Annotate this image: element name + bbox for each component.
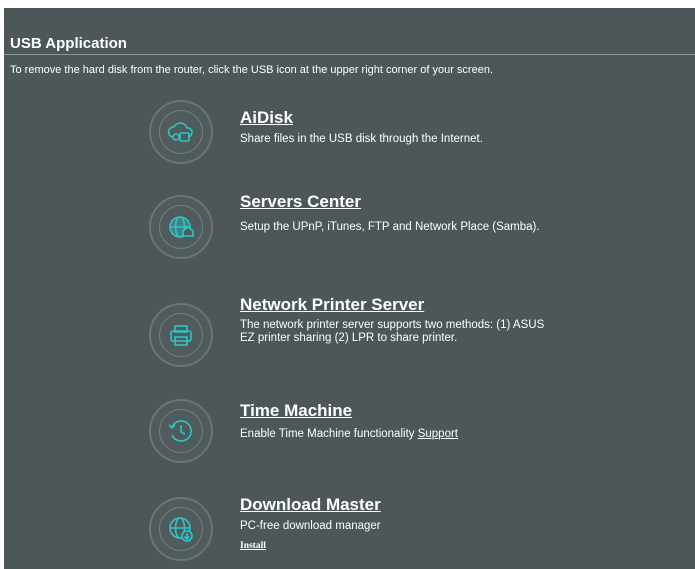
time-machine-description-text: Enable Time Machine functionality [240, 428, 415, 440]
time-machine-description: Enable Time Machine functionality Suppor… [240, 428, 560, 441]
page-title: USB Application [10, 35, 127, 52]
globe-house-icon[interactable] [149, 195, 213, 259]
network-printer-server-description: The network printer server supports two … [240, 319, 545, 344]
aidisk-link[interactable]: AiDisk [240, 108, 293, 128]
header-divider [4, 54, 695, 55]
download-master-link[interactable]: Download Master [240, 495, 381, 515]
download-master-install-link[interactable]: Install [240, 541, 266, 551]
clock-icon[interactable] [149, 399, 213, 463]
network-printer-server-link[interactable]: Network Printer Server [240, 295, 424, 315]
servers-center-link[interactable]: Servers Center [240, 192, 361, 212]
printer-icon[interactable] [149, 303, 213, 367]
aidisk-description: Share files in the USB disk through the … [240, 133, 483, 145]
globe-download-icon[interactable] [149, 497, 213, 561]
usb-remove-note: To remove the hard disk from the router,… [10, 64, 494, 76]
time-machine-support-link[interactable]: Support [418, 428, 458, 440]
time-machine-link[interactable]: Time Machine [240, 401, 352, 421]
servers-center-description: Setup the UPnP, iTunes, FTP and Network … [240, 221, 540, 233]
download-master-description: PC-free download manager [240, 520, 381, 532]
usb-application-panel: USB Application To remove the hard disk … [4, 8, 695, 569]
cloud-disk-icon[interactable] [149, 100, 213, 164]
